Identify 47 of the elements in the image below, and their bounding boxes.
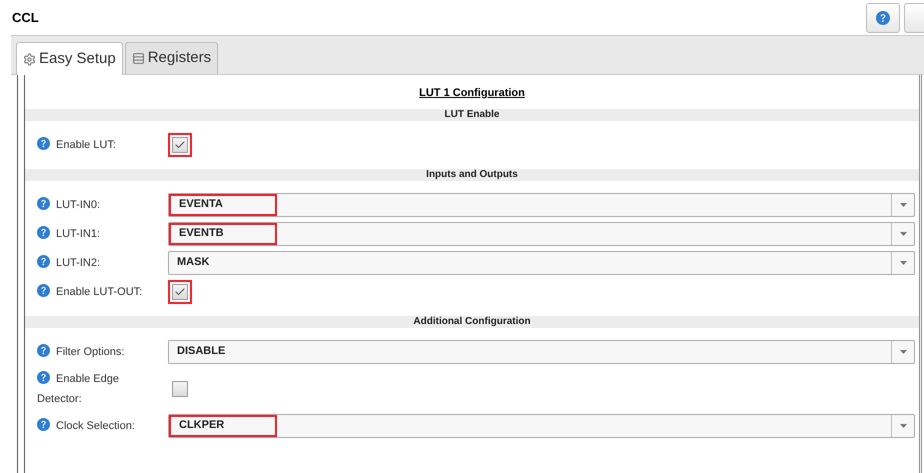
field-label: LUT-IN0: [33, 194, 151, 214]
field-label: Clock Selection: [33, 416, 151, 436]
dropdown[interactable]: MASK [168, 250, 915, 274]
dropdown-value: DISABLE [176, 344, 226, 360]
dropdown-value: EVENTA [169, 194, 277, 216]
check-icon [174, 286, 186, 298]
dropdown-value: CLKPER [169, 414, 277, 436]
field-label: LUT-IN2: [33, 252, 151, 272]
checkbox[interactable] [172, 284, 188, 300]
section-header: LUT Enable [25, 108, 919, 120]
field-label: Filter Options: [33, 342, 151, 362]
help-icon[interactable] [37, 136, 50, 150]
dropdown[interactable]: EVENTB [168, 222, 915, 246]
list-icon [132, 52, 145, 65]
caret-icon [900, 232, 906, 236]
gear-icon [23, 52, 36, 66]
field-label: LUT-IN1: [33, 224, 151, 244]
dropdown[interactable]: EVENTA [168, 192, 915, 216]
checkbox[interactable] [172, 136, 188, 152]
tab[interactable]: Easy Setup [16, 42, 123, 75]
caret-icon [900, 424, 906, 428]
window-title: CCL [12, 8, 39, 27]
field-label: Enable LUT: [33, 134, 151, 154]
dropdown[interactable]: DISABLE [168, 340, 915, 364]
section-header: Inputs and Outputs [25, 168, 919, 180]
dropdown[interactable]: CLKPER [168, 414, 915, 438]
help-icon[interactable] [37, 284, 50, 296]
help-icon[interactable] [37, 344, 50, 356]
caret-icon [900, 350, 906, 354]
check-icon [174, 138, 186, 150]
help-icon [876, 10, 890, 24]
tab[interactable]: Registers [124, 42, 218, 74]
caret-icon [900, 202, 906, 206]
field-label: Enable Edge Detector: [36, 370, 120, 406]
dropdown-value: MASK [176, 255, 210, 270]
help-icon[interactable] [37, 418, 50, 430]
section-header: Additional Configuration [25, 316, 919, 328]
checkbox[interactable] [172, 380, 188, 396]
field-label: Enable LUT-OUT: [33, 282, 151, 302]
help-button[interactable] [866, 2, 900, 32]
caret-icon [900, 260, 906, 264]
dropdown-value: EVENTB [169, 222, 277, 244]
help-icon[interactable] [37, 254, 50, 268]
help-icon[interactable] [37, 196, 50, 210]
help-icon[interactable] [37, 370, 50, 384]
help-icon[interactable] [37, 226, 50, 238]
panel-title: LUT 1 Configuration [419, 86, 525, 101]
